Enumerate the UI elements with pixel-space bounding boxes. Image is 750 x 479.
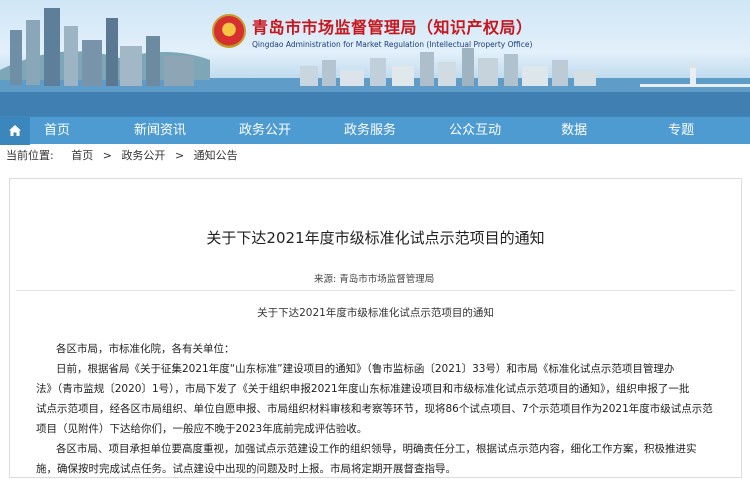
article-source: 来源: 青岛市市场监督管理局: [314, 271, 434, 285]
article-title: 关于下达2021年度市级标准化试点示范项目的通知: [206, 229, 545, 247]
nav-item-topics[interactable]: 专题: [668, 117, 694, 145]
nav-item-data[interactable]: 数据: [561, 117, 587, 145]
breadcrumb-government-affairs[interactable]: 政务公开: [121, 149, 165, 162]
source-label: 来源:: [314, 274, 337, 285]
breadcrumb: 当前位置: 首页 > 政务公开 > 通知公告: [0, 144, 750, 168]
header-banner: 青岛市市场监督管理局（知识产权局） Qingdao Administration…: [0, 0, 750, 116]
breadcrumb-separator: >: [174, 149, 185, 162]
body-line: 项目（见附件）下达给你们，一般应不晚于2023年底前完成评估验收。: [36, 423, 368, 435]
article-subtitle: 关于下达2021年度市级标准化试点示范项目的通知: [257, 307, 494, 319]
breadcrumb-notices[interactable]: 通知公告: [194, 149, 238, 162]
site-logo[interactable]: 青岛市市场监督管理局（知识产权局） Qingdao Administration…: [212, 14, 533, 49]
article-frame: 关于下达2021年度市级标准化试点示范项目的通知 来源: 青岛市市场监督管理局 …: [9, 178, 742, 478]
nav-item-government-services[interactable]: 政务服务: [344, 117, 396, 145]
nav-item-public-interaction[interactable]: 公众互动: [449, 117, 501, 145]
nav-item-government-affairs[interactable]: 政务公开: [239, 117, 291, 145]
nav-item-home[interactable]: 首页: [44, 117, 70, 145]
article-body: 各区市局，市标准化院，各有关单位： 日前，根据省局《关于征集2021年度“山东标…: [36, 339, 726, 479]
breadcrumb-label: 当前位置:: [6, 149, 54, 162]
body-line: 试点示范项目，经各区市局组织、单位自愿申报、市局组织材料审核和考察等环节，现将8…: [36, 403, 713, 415]
body-line: 各区市局，市标准化院，各有关单位：: [56, 343, 235, 355]
body-line: 法》（青市监规〔2020〕1号），市局下发了《关于组织申报2021年度山东标准建…: [36, 383, 690, 395]
national-emblem-icon: [212, 14, 246, 48]
main-nav: 首页 新闻资讯 政务公开 政务服务 公众互动 数据 专题: [0, 116, 750, 145]
breadcrumb-separator: >: [102, 149, 112, 162]
home-icon[interactable]: [0, 116, 30, 145]
body-line: 各区市局、项目承担单位要高度重视，加强试点示范建设工作的组织领导，明确责任分工，…: [56, 443, 697, 455]
source-value: 青岛市市场监督管理局: [339, 274, 435, 285]
breadcrumb-home[interactable]: 首页: [71, 149, 93, 162]
nav-item-news[interactable]: 新闻资讯: [134, 117, 186, 145]
site-title-english: Qingdao Administration for Market Regula…: [252, 40, 533, 49]
divider: [16, 290, 735, 291]
site-title: 青岛市市场监督管理局（知识产权局）: [252, 18, 533, 37]
body-line: 施，确保按时完成试点任务。试点建设中出现的问题及时上报。市局将定期开展督查指导。: [36, 463, 456, 475]
body-line: 日前，根据省局《关于征集2021年度“山东标准”建设项目的通知》（鲁市监标函〔2…: [56, 363, 675, 375]
